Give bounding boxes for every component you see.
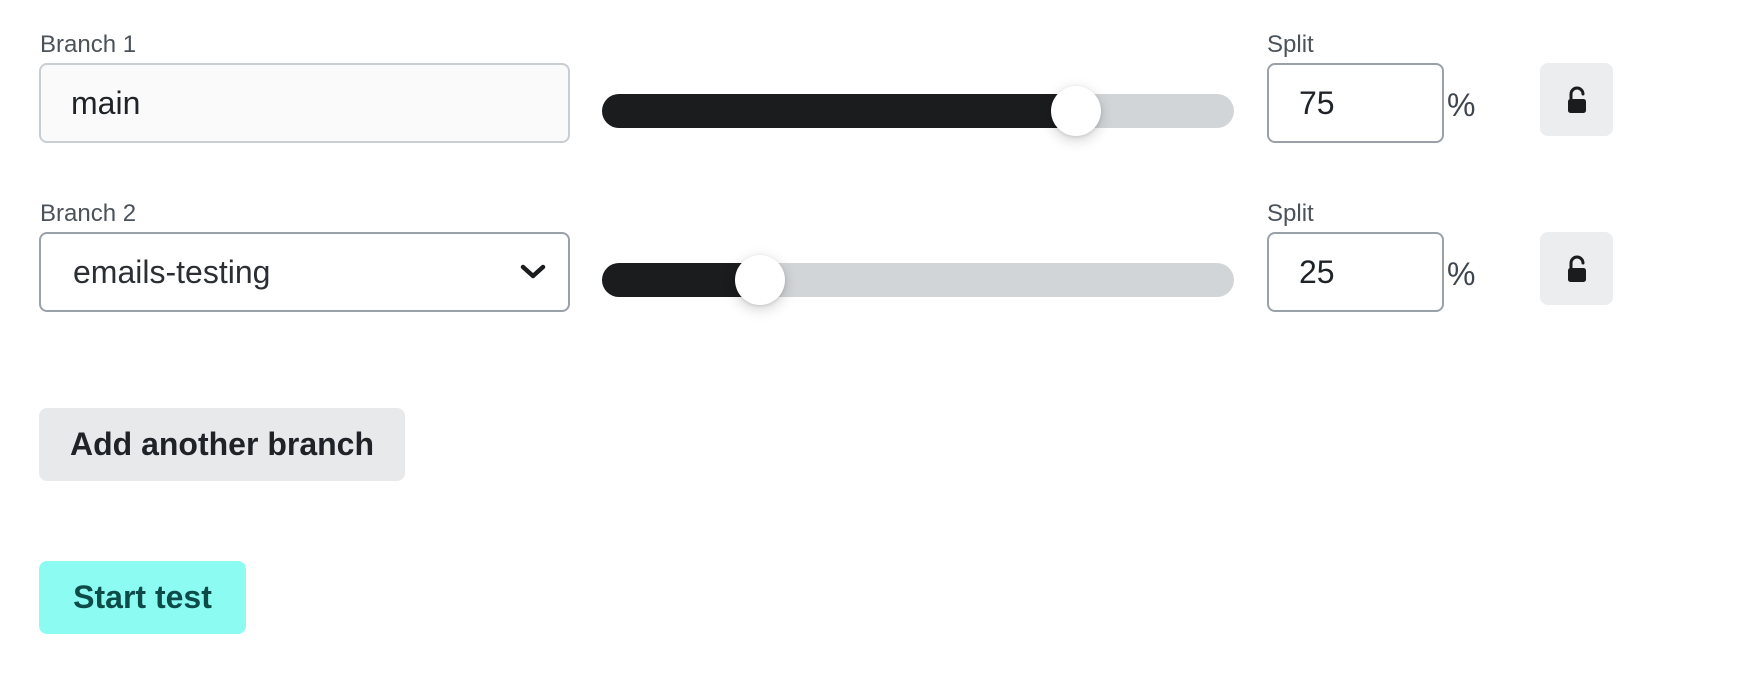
branch-1-split-label: Split (1267, 31, 1314, 58)
slider-fill (602, 94, 1076, 128)
branch-2-lock-button[interactable] (1540, 232, 1613, 305)
slider-thumb[interactable] (1051, 86, 1101, 136)
branch-2-percent-sign: % (1447, 256, 1476, 292)
branch-2-split-slider[interactable] (602, 255, 1234, 305)
branch-2-label: Branch 2 (40, 200, 137, 227)
branch-2-split-input[interactable]: 25 (1267, 232, 1444, 312)
branch-2-selected-value: emails-testing (73, 253, 271, 290)
branch-2-select[interactable]: emails-testing (39, 232, 570, 312)
branch-1-percent-sign: % (1447, 87, 1476, 123)
unlocked-padlock-icon (1567, 86, 1586, 113)
chevron-down-icon (520, 264, 546, 279)
branch-2-split-label: Split (1267, 200, 1314, 227)
branch-1-input[interactable]: main (39, 63, 570, 143)
unlocked-padlock-icon (1567, 255, 1586, 282)
add-another-branch-button[interactable]: Add another branch (39, 408, 405, 481)
branch-1-split-input[interactable]: 75 (1267, 63, 1444, 143)
branch-1-label: Branch 1 (40, 31, 137, 58)
branch-split-form: Branch 1 main Split 75 % Branch 2 emails… (0, 0, 1745, 673)
branch-1-lock-button[interactable] (1540, 63, 1613, 136)
branch-1-split-slider[interactable] (602, 86, 1234, 136)
start-test-button[interactable]: Start test (39, 561, 246, 634)
slider-thumb[interactable] (735, 255, 785, 305)
